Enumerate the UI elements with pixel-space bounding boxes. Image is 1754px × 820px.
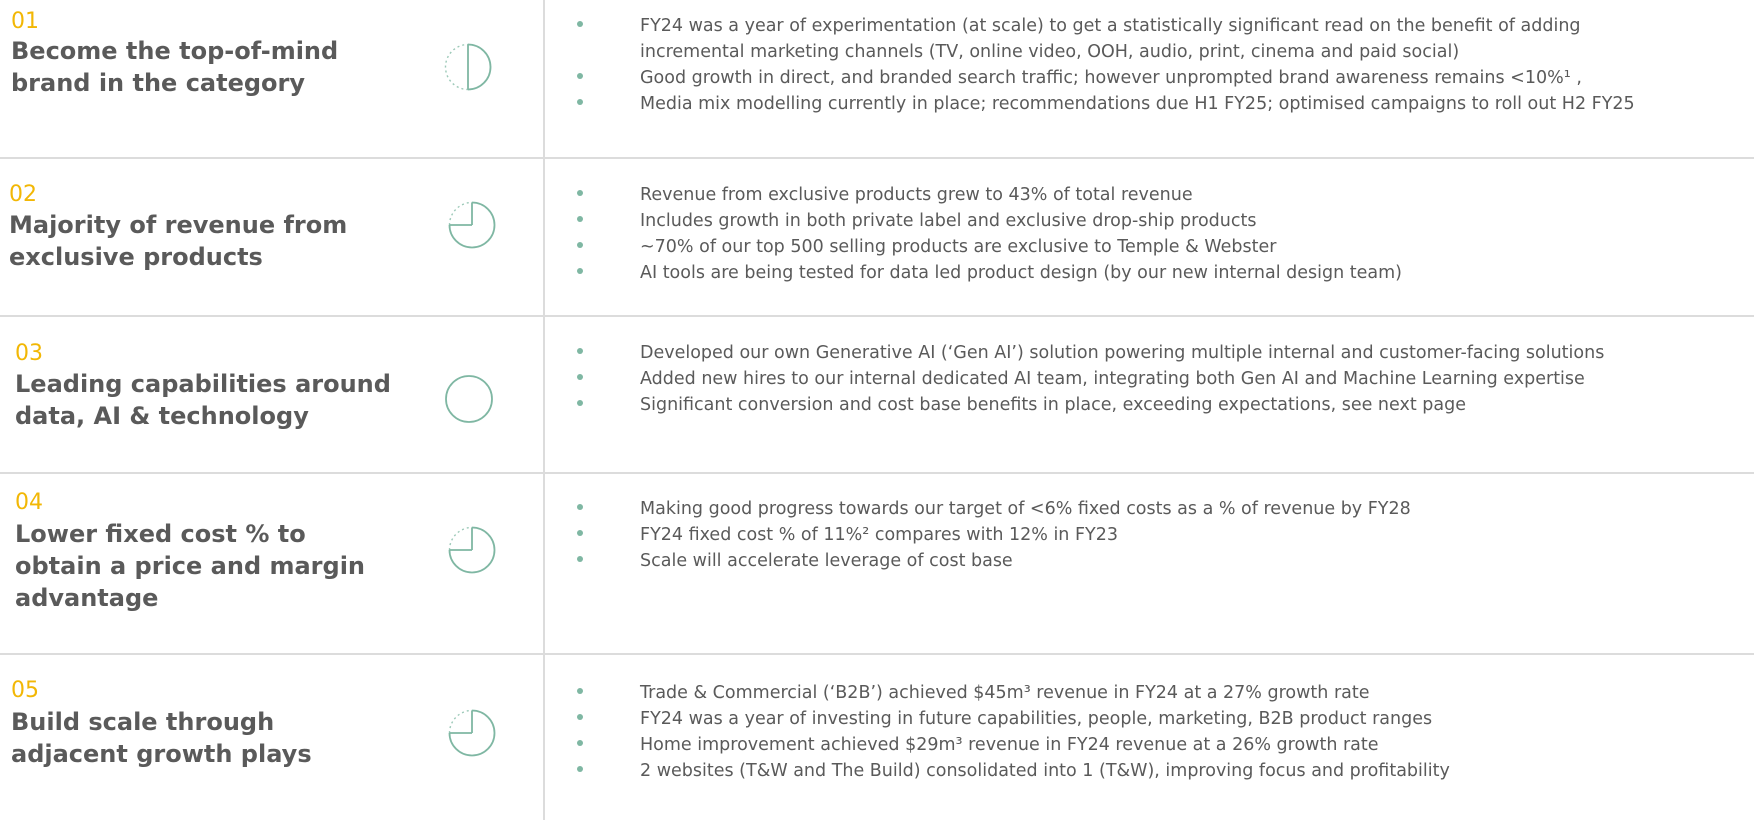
progress-half-icon bbox=[444, 43, 492, 91]
progress-quarter-icon bbox=[448, 709, 496, 757]
bullet-item: Home improvement achieved $29m³ revenue … bbox=[576, 732, 1450, 758]
bullet-item: Added new hires to our internal dedicate… bbox=[576, 366, 1604, 392]
bullet-item: ~70% of our top 500 selling products are… bbox=[576, 234, 1402, 260]
pillar-number: 03 bbox=[15, 341, 43, 366]
bullet-dot bbox=[577, 73, 583, 79]
pillar-title-line: Build scale through bbox=[11, 708, 275, 736]
bullet-item: Developed our own Generative AI (‘Gen AI… bbox=[576, 340, 1604, 366]
pillar-number: 02 bbox=[9, 182, 37, 207]
bullet-item: 2 websites (T&W and The Build) consolida… bbox=[576, 758, 1450, 784]
pillar-title-line: adjacent growth plays bbox=[11, 740, 312, 768]
row-divider bbox=[0, 472, 1754, 474]
pillar-title: Leading capabilities around data, AI & t… bbox=[15, 368, 391, 432]
pillar-number: 05 bbox=[11, 678, 39, 703]
pillar-bullet-list: Revenue from exclusive products grew to … bbox=[576, 182, 1402, 286]
bullet-item: Includes growth in both private label an… bbox=[576, 208, 1402, 234]
pillar-title-line: Leading capabilities around bbox=[15, 370, 391, 398]
row-divider bbox=[0, 315, 1754, 317]
row-divider bbox=[0, 157, 1754, 159]
pillar-title-line: data, AI & technology bbox=[15, 402, 309, 430]
bullet-item: Good growth in direct, and branded searc… bbox=[576, 65, 1635, 91]
bullet-dot bbox=[577, 190, 583, 196]
bullet-dot bbox=[577, 740, 583, 746]
pillar-bullet-list: Trade & Commercial (‘B2B’) achieved $45m… bbox=[576, 680, 1450, 784]
bullet-item: Trade & Commercial (‘B2B’) achieved $45m… bbox=[576, 680, 1450, 706]
pillar-bullet-list: Developed our own Generative AI (‘Gen AI… bbox=[576, 340, 1604, 418]
bullet-item: incremental marketing channels (TV, onli… bbox=[640, 42, 1460, 62]
pillar-bullet-list: Making good progress towards our target … bbox=[576, 496, 1411, 574]
column-divider bbox=[543, 0, 545, 820]
bullet-dot bbox=[577, 348, 583, 354]
bullet-dot bbox=[577, 530, 583, 536]
bullet-dot bbox=[577, 268, 583, 274]
bullet-item: FY24 fixed cost % of 11%² compares with … bbox=[576, 522, 1411, 548]
bullet-item: Media mix modelling currently in place; … bbox=[576, 91, 1635, 117]
pillar-title-line: obtain a price and margin bbox=[15, 552, 366, 580]
bullet-item: FY24 was a year of investing in future c… bbox=[576, 706, 1450, 732]
bullet-item: AI tools are being tested for data led p… bbox=[576, 260, 1402, 286]
pillar-title: Build scale through adjacent growth play… bbox=[11, 706, 312, 770]
bullet-dot bbox=[577, 21, 583, 27]
bullet-item: Revenue from exclusive products grew to … bbox=[576, 182, 1402, 208]
pillar-title-line: Majority of revenue from bbox=[9, 211, 348, 239]
pillar-number: 01 bbox=[11, 9, 39, 34]
bullet-dot bbox=[577, 242, 583, 248]
row-divider bbox=[0, 653, 1754, 655]
pillar-title: Lower fixed cost % to obtain a price and… bbox=[15, 518, 365, 614]
bullet-item: Scale will accelerate leverage of cost b… bbox=[576, 548, 1411, 574]
pillar-title: Become the top-of-mind brand in the cate… bbox=[11, 35, 338, 99]
pillar-number: 04 bbox=[15, 490, 43, 515]
bullet-dot bbox=[577, 400, 583, 406]
bullet-dot bbox=[577, 374, 583, 380]
progress-quarter-icon bbox=[448, 201, 496, 249]
bullet-item: FY24 was a year of experimentation (at s… bbox=[576, 13, 1635, 39]
bullet-dot bbox=[577, 766, 583, 772]
bullet-dot bbox=[577, 216, 583, 222]
bullet-dot bbox=[577, 556, 583, 562]
bullet-item: Making good progress towards our target … bbox=[576, 496, 1411, 522]
pillar-title-line: Lower fixed cost % to bbox=[15, 520, 306, 548]
bullet-dot bbox=[577, 504, 583, 510]
pillar-title-line: Become the top-of-mind bbox=[11, 37, 339, 65]
pillar-title-line: brand in the category bbox=[11, 69, 306, 97]
progress-quarter-icon bbox=[448, 526, 496, 574]
pillar-title: Majority of revenue from exclusive produ… bbox=[9, 209, 347, 273]
pillar-title-line: exclusive products bbox=[9, 243, 263, 271]
progress-full-icon bbox=[445, 375, 493, 423]
bullet-dot bbox=[577, 99, 583, 105]
bullet-item: Significant conversion and cost base ben… bbox=[576, 392, 1604, 418]
pillar-bullet-list: FY24 was a year of experimentation (at s… bbox=[576, 13, 1635, 117]
pillar-title-line: advantage bbox=[15, 584, 159, 612]
bullet-dot bbox=[577, 714, 583, 720]
bullet-dot bbox=[577, 688, 583, 694]
